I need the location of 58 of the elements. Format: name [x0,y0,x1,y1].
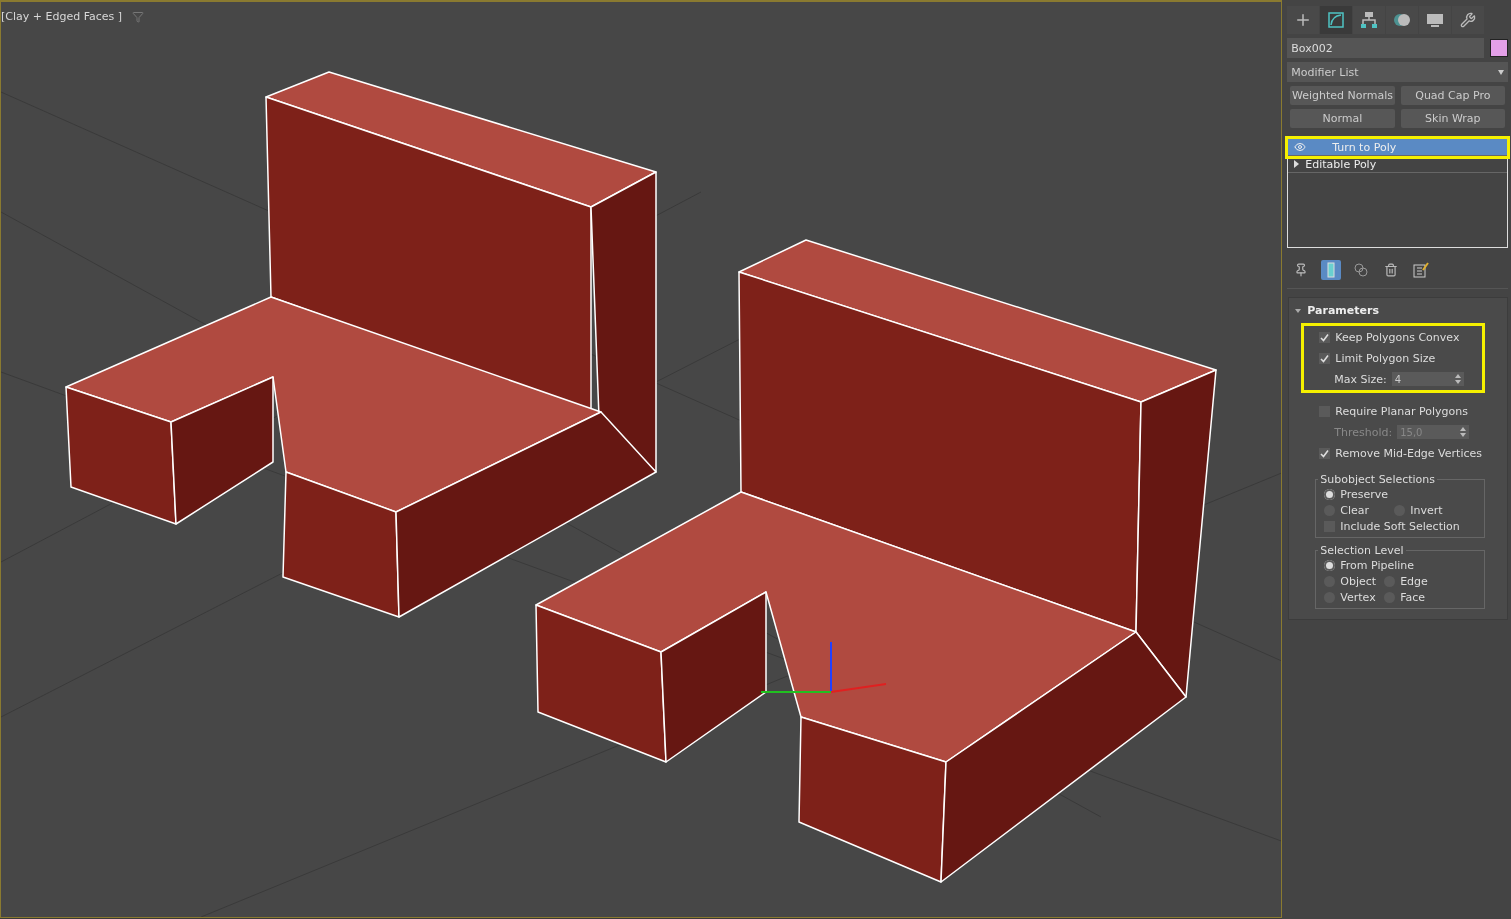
stack-item[interactable]: Turn to Poly [1288,139,1507,156]
pin-icon [1294,263,1309,277]
transform-gizmo-icon [760,641,887,693]
checkbox-label: Include Soft Selection [1340,520,1460,533]
bent-box-icon [1327,11,1346,29]
trash-icon [1384,263,1399,277]
eye-icon[interactable] [1294,141,1307,153]
expand-arrow-icon[interactable] [1294,160,1300,168]
checkbox-label: Keep Polygons Convex [1335,330,1460,344]
radio-label: Object [1340,575,1377,588]
command-tab[interactable] [1452,6,1485,34]
radio-label: Clear [1340,504,1370,517]
spheres-icon [1353,262,1370,278]
command-tab[interactable] [1353,6,1386,34]
modifier-button[interactable]: Normal [1290,109,1395,128]
command-tab[interactable] [1386,6,1419,34]
radio-label: Preserve [1340,488,1389,501]
color-swatch[interactable] [1490,39,1508,57]
stack-tool-button[interactable] [1321,260,1342,280]
spinner-field[interactable]: 4 [1391,372,1464,386]
radio-label: Face [1400,591,1425,604]
radio-label: Invert [1410,504,1443,517]
radio-label: Edge [1400,575,1428,588]
grid-pencil-icon [1413,262,1430,278]
modifier-button[interactable]: Quad Cap Pro [1400,86,1505,105]
checkbox[interactable] [1319,352,1331,364]
circle-icon [1393,11,1412,29]
radio-label: From Pipeline [1340,559,1415,572]
checkbox-label: Remove Mid-Edge Vertices [1335,446,1482,460]
checkbox[interactable] [1319,331,1331,343]
stack-item[interactable]: Editable Poly [1288,156,1507,173]
rollout-header[interactable]: Parameters [1289,302,1507,319]
object-name-field[interactable]: Box002 [1287,38,1484,58]
radio-button[interactable] [1324,489,1336,500]
radio-button[interactable] [1324,560,1336,571]
command-tab[interactable] [1287,6,1320,34]
viewport-label[interactable]: [Clay + Edged Faces ] [1,10,123,23]
pipe-icon [1327,262,1336,278]
spinner-label: Threshold: [1334,425,1393,439]
group-title: Subobject Selections [1319,473,1437,486]
command-tab[interactable] [1320,6,1353,34]
spinner-label: Max Size: [1334,372,1387,386]
modifier-button[interactable]: Skin Wrap [1400,109,1505,128]
checkbox[interactable] [1319,447,1331,459]
radio-label: Vertex [1340,591,1376,604]
modifier-button[interactable]: Weighted Normals [1290,86,1395,105]
spinner-arrows-icon[interactable] [1454,374,1461,384]
wrench-icon [1460,12,1477,28]
group-title: Selection Level [1319,544,1405,557]
checkbox-label: Require Planar Polygons [1335,404,1468,418]
viewport[interactable]: [Clay + Edged Faces ] [0,0,1283,918]
hierarchy-icon [1360,11,1379,29]
modifier-list-dropdown[interactable]: Modifier List [1287,62,1508,82]
monitor-icon [1426,11,1445,29]
spinner-arrows-icon[interactable] [1460,427,1467,437]
stack-tool-button[interactable] [1411,260,1432,280]
checkbox-label: Limit Polygon Size [1335,351,1436,365]
command-tab[interactable] [1419,6,1452,34]
